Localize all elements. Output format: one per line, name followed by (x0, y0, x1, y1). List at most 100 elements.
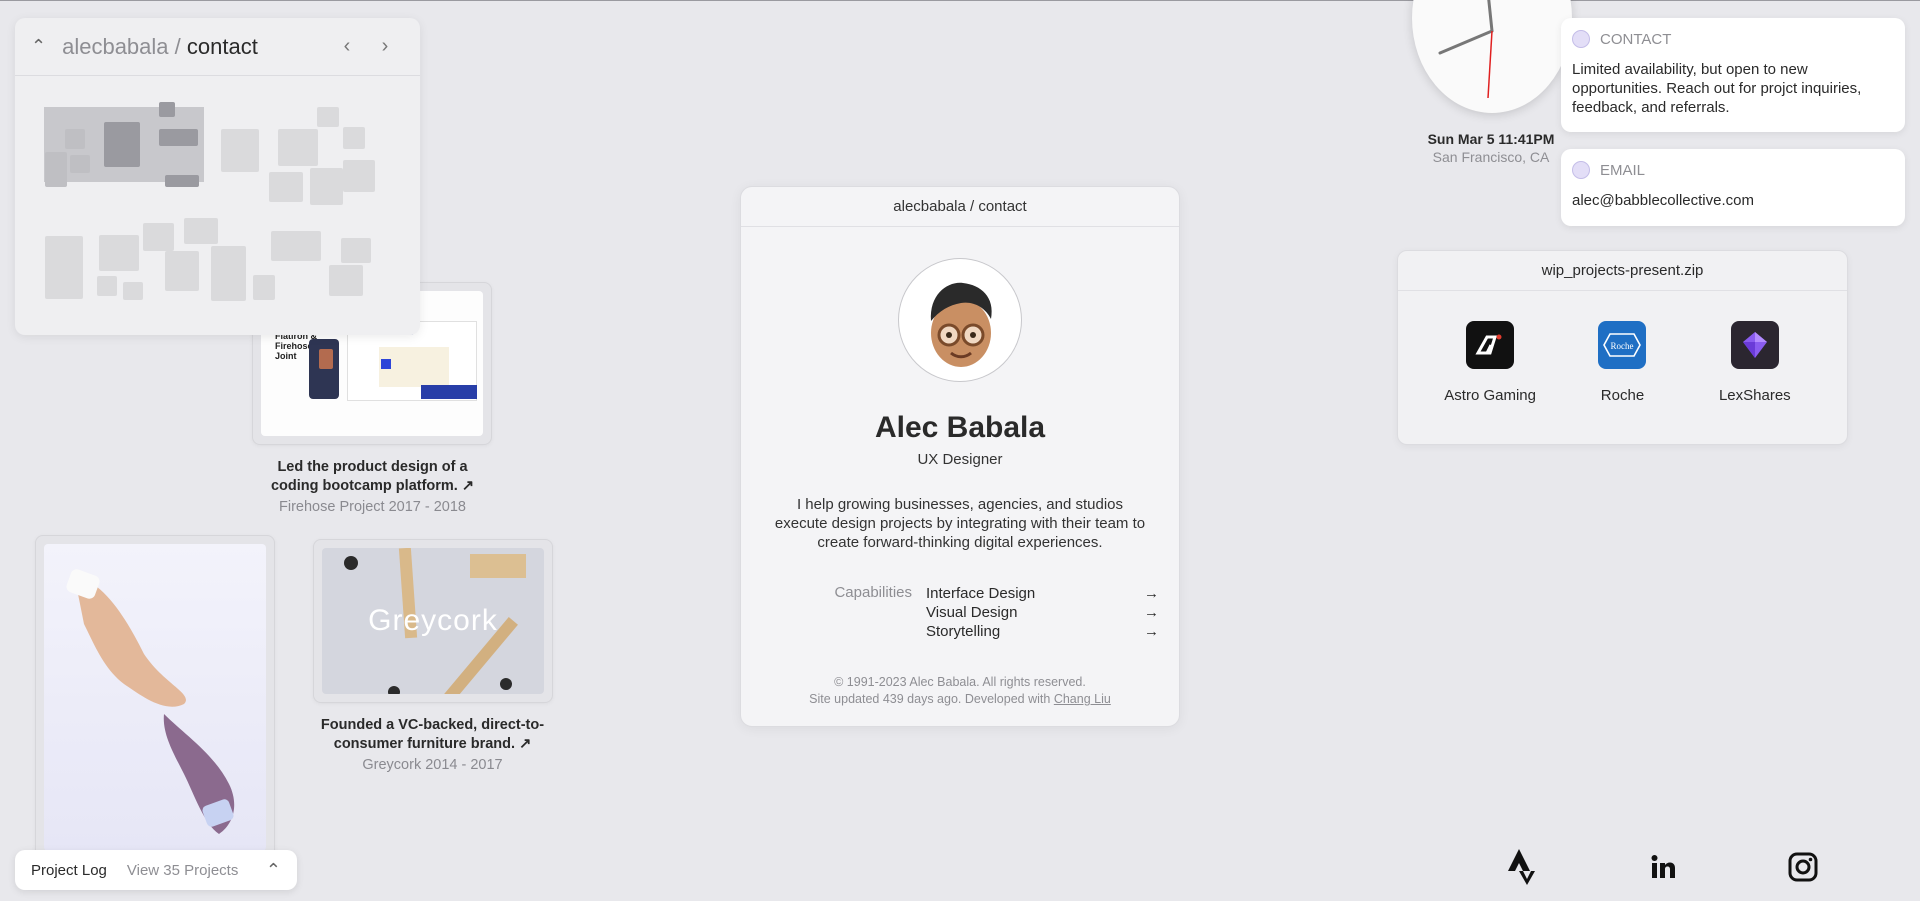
minimap-block (329, 265, 363, 296)
minimap-block (123, 282, 143, 300)
notification-contact[interactable]: CONTACT Limited availability, but open t… (1561, 18, 1905, 132)
project-subtitle: Firehose Project 2017 - 2018 (279, 499, 466, 515)
profile-name: Alec Babala (874, 411, 1046, 444)
wip-item-label: Astro Gaming (1444, 387, 1536, 404)
notification-label: EMAIL (1600, 161, 1646, 179)
email-address[interactable]: alec@babblecollective.com (1572, 191, 1894, 210)
notification-body: Limited availability, but open to new op… (1572, 61, 1862, 116)
chevron-up-icon[interactable]: ⌃ (266, 860, 281, 881)
copyright-text: © 1991-2023 Alec Babala. All rights rese… (834, 675, 1086, 689)
thumbnail-phone (309, 339, 339, 399)
capabilities-section: Capabilities Interface Design → Visual D… (741, 584, 1179, 641)
contact-card-footer: © 1991-2023 Alec Babala. All rights rese… (741, 674, 1179, 708)
minimap-block (104, 122, 140, 167)
wip-item-lexshares[interactable]: LexShares (1695, 321, 1815, 404)
thumbnail-dot (344, 556, 358, 570)
wip-item-roche[interactable]: Roche Roche (1562, 321, 1682, 404)
minimap-header: ⌃ alecbabala / contact ‹ › (15, 18, 420, 76)
clock-widget (1412, 0, 1572, 113)
minimap-block (211, 246, 246, 301)
minimap-block (159, 102, 175, 117)
minimap-canvas[interactable] (15, 76, 420, 334)
developer-link[interactable]: Chang Liu (1054, 692, 1111, 706)
greycork-logo-text: Greycork (368, 604, 498, 637)
thumbnail-button (381, 359, 391, 369)
wip-item-astro-gaming[interactable]: Astro Gaming (1430, 321, 1550, 404)
strava-icon[interactable] (1506, 847, 1538, 890)
project-card-hands[interactable] (35, 535, 275, 860)
hands-illustration (66, 569, 235, 834)
chevron-right-icon[interactable]: › (366, 35, 404, 58)
project-thumbnail (44, 544, 266, 851)
chevron-up-icon[interactable]: ⌃ (31, 36, 46, 57)
wip-items: Astro Gaming Roche Roche LexShares (1398, 291, 1847, 404)
minimap-block (221, 129, 259, 172)
wip-panel-title: wip_projects-present.zip (1398, 251, 1847, 291)
instagram-icon[interactable] (1788, 852, 1818, 887)
linkedin-icon[interactable] (1650, 854, 1676, 885)
minimap-block (143, 223, 174, 251)
capability-storytelling[interactable]: Storytelling → (926, 622, 1159, 641)
minimap-block (159, 129, 198, 146)
minimap-block (278, 129, 318, 166)
minimap-title: alecbabala / contact (62, 34, 328, 60)
roche-icon: Roche (1598, 321, 1647, 369)
capabilities-list: Interface Design → Visual Design → Story… (926, 584, 1179, 641)
arrow-right-icon: → (1144, 604, 1159, 621)
notification-header: EMAIL (1572, 161, 1894, 179)
profile-role: UX Designer (917, 451, 1003, 468)
project-log-bar[interactable]: Project Log View 35 Projects ⌃ (15, 850, 297, 890)
lexshares-icon (1730, 321, 1779, 369)
minimap-block (317, 107, 339, 127)
clock-city: San Francisco, CA (1432, 149, 1550, 165)
wip-item-label: LexShares (1718, 387, 1791, 404)
minimap-block (45, 152, 67, 187)
notification-header: CONTACT (1572, 30, 1894, 48)
capabilities-label: Capabilities (834, 584, 912, 601)
minimap-block (310, 168, 343, 205)
minimap-block (271, 231, 321, 261)
clock-face-icon (1438, 0, 1494, 99)
contact-card: alecbabala / contact Alec Babala UX Desi… (740, 186, 1180, 727)
minimap-block (253, 275, 275, 300)
arrow-right-icon: → (1144, 585, 1159, 602)
minimap-block (99, 235, 139, 271)
capability-visual-design[interactable]: Visual Design → (926, 603, 1159, 622)
view-projects-link[interactable]: View 35 Projects (127, 862, 246, 879)
minimap-block (65, 129, 85, 149)
minimap-block (269, 172, 303, 202)
site-updated-text: Site updated 439 days ago. Developed wit… (741, 691, 1179, 708)
capability-label: Interface Design (926, 585, 1036, 602)
minimap-block (341, 238, 371, 263)
contact-card-header: alecbabala / contact (741, 187, 1179, 227)
clock-readout: Sun Mar 5 11:41PM San Francisco, CA (1410, 131, 1572, 165)
project-title[interactable]: Founded a VC-backed, direct-to-consumer … (310, 716, 555, 754)
notification-label: CONTACT (1600, 30, 1672, 48)
minimap-path-current: contact (186, 33, 258, 59)
capability-interface-design[interactable]: Interface Design → (926, 584, 1159, 603)
chevron-left-icon[interactable]: ‹ (328, 35, 366, 58)
avatar (898, 258, 1022, 382)
notification-app-icon (1572, 161, 1590, 179)
minimap-block (343, 127, 365, 149)
roche-logo-text: Roche (1611, 341, 1634, 351)
notification-email[interactable]: EMAIL alec@babblecollective.com (1561, 149, 1905, 226)
project-log-label: Project Log (31, 861, 107, 879)
capability-label: Visual Design (926, 604, 1018, 621)
project-caption-firehose: Led the product design of a coding bootc… (255, 458, 490, 517)
astro-gaming-icon (1466, 321, 1515, 369)
memoji-avatar-icon (930, 282, 992, 367)
minimap-path-prefix: alecbabala / (62, 33, 181, 59)
thumbnail-bar (421, 385, 477, 399)
project-title[interactable]: Led the product design of a coding bootc… (255, 458, 490, 496)
minimap-block (45, 236, 83, 299)
wip-projects-panel: wip_projects-present.zip Astro Gaming Ro… (1397, 250, 1848, 445)
thumbnail-dot (388, 686, 400, 694)
project-subtitle: Greycork 2014 - 2017 (362, 757, 503, 773)
wip-item-label: Roche (1600, 387, 1645, 404)
thumbnail-photo (319, 349, 333, 369)
arrow-right-icon: → (1144, 623, 1159, 640)
project-card-greycork[interactable]: Greycork (313, 539, 553, 703)
thumbnail-dot (500, 678, 512, 690)
minimap-block (165, 251, 199, 291)
